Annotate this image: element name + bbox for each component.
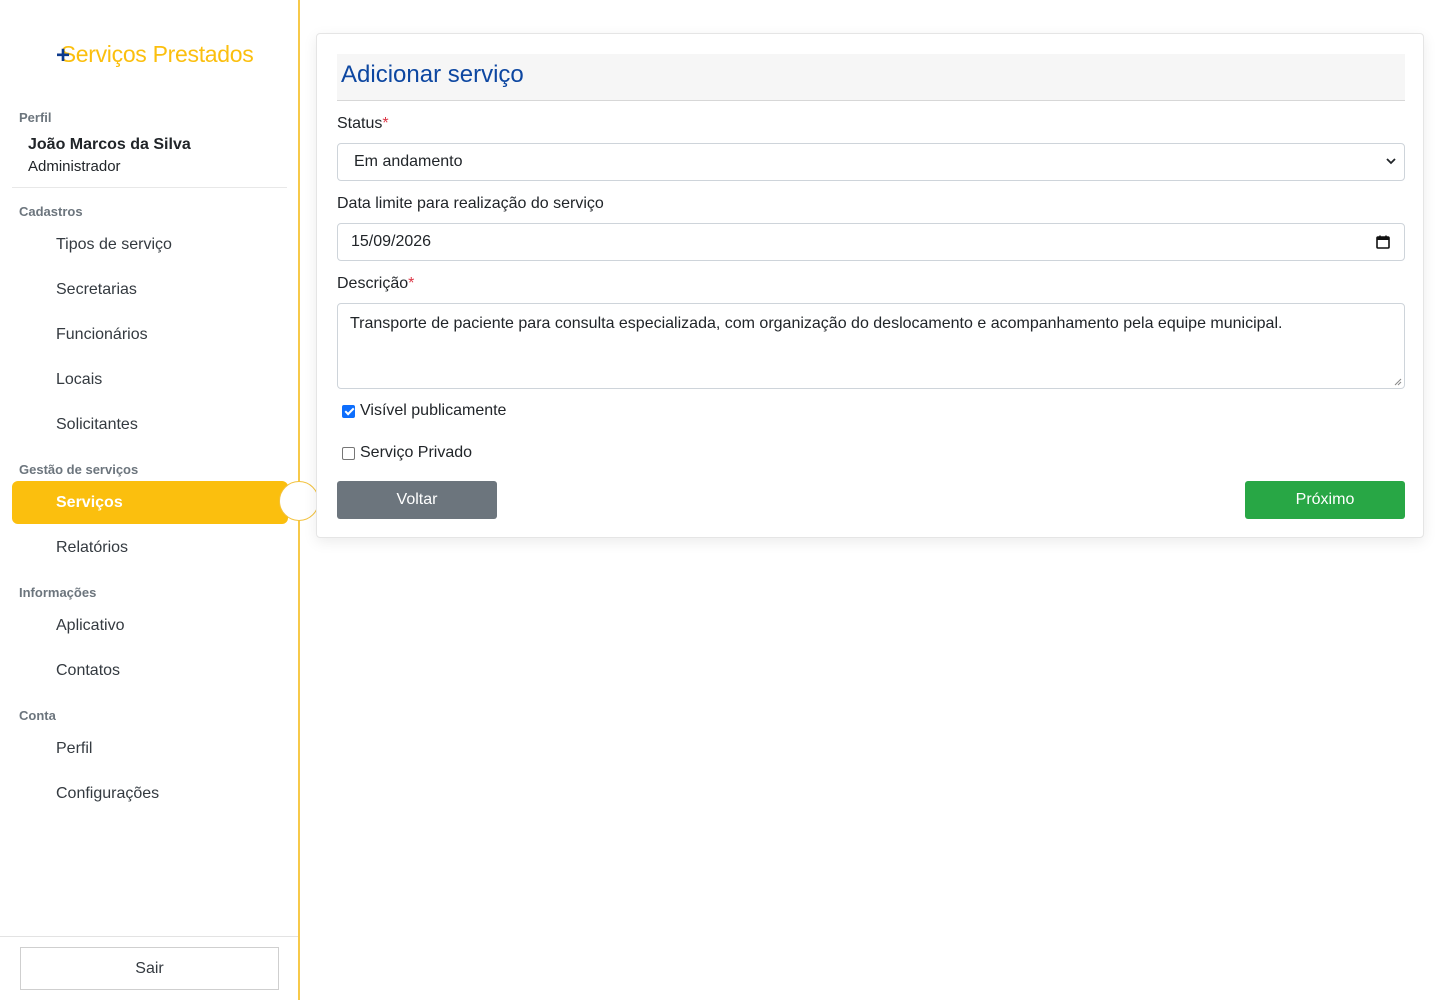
description-textarea[interactable]: Transporte de paciente para consulta esp… (337, 303, 1405, 389)
add-service-card: Adicionar serviço Status* Em andamento D… (316, 33, 1424, 538)
sidebar-item-aplicativo[interactable]: Aplicativo (56, 617, 124, 635)
sidebar-item-funcionarios[interactable]: Funcionários (56, 326, 148, 344)
sidebar: +Serviços Prestados Perfil João Marcos d… (0, 0, 319, 1000)
active-indicator (279, 481, 319, 521)
section-label-perfil: Perfil (19, 110, 52, 125)
description-label: Descrição* (337, 275, 415, 292)
brand-logo[interactable]: +Serviços Prestados (56, 41, 254, 69)
sidebar-item-relatorios[interactable]: Relatórios (56, 539, 128, 557)
divider (0, 936, 298, 937)
status-label: Status* (337, 115, 389, 132)
deadline-date-input[interactable]: 15/09/2026 (337, 223, 1405, 261)
resize-handle-icon[interactable] (1394, 378, 1402, 386)
private-service-checkbox[interactable] (342, 446, 355, 460)
status-select-value: Em andamento (354, 153, 463, 170)
private-service-option[interactable]: Serviço Privado (342, 444, 472, 462)
required-mark: * (408, 275, 415, 292)
profile-role: Administrador (28, 158, 121, 175)
private-service-label: Serviço Privado (360, 444, 473, 461)
sidebar-item-contatos[interactable]: Contatos (56, 662, 120, 680)
status-select[interactable]: Em andamento (337, 143, 1405, 181)
plus-icon: + (56, 42, 70, 69)
section-label-conta: Conta (19, 708, 56, 723)
deadline-date-value: 15/09/2026 (351, 233, 432, 250)
calendar-icon[interactable] (1376, 235, 1390, 249)
back-button[interactable]: Voltar (337, 481, 497, 519)
divider (12, 187, 287, 188)
public-visibility-checkbox[interactable] (342, 404, 355, 418)
sidebar-item-solicitantes[interactable]: Solicitantes (56, 416, 138, 434)
section-label-informacoes: Informações (19, 585, 97, 600)
sidebar-item-servicos[interactable]: Serviços (12, 481, 288, 524)
description-value: Transporte de paciente para consulta esp… (350, 315, 1283, 332)
logout-button[interactable]: Sair (20, 947, 279, 990)
chevron-down-icon (1386, 158, 1396, 165)
sidebar-item-perfil[interactable]: Perfil (56, 740, 92, 758)
next-button[interactable]: Próximo (1245, 481, 1405, 519)
public-visibility-option[interactable]: Visível publicamente (342, 402, 506, 420)
brand-name: Serviços Prestados (60, 41, 254, 67)
sidebar-item-label: Serviços (56, 494, 123, 511)
section-label-gestao: Gestão de serviços (19, 462, 139, 477)
sidebar-item-secretarias[interactable]: Secretarias (56, 281, 137, 299)
required-mark: * (382, 115, 389, 132)
sidebar-item-tipos-de-servico[interactable]: Tipos de serviço (56, 236, 172, 254)
sidebar-item-configuracoes[interactable]: Configurações (56, 785, 159, 803)
profile-name: João Marcos da Silva (28, 136, 191, 153)
deadline-label: Data limite para realização do serviço (337, 195, 604, 212)
section-label-cadastros: Cadastros (19, 204, 83, 219)
page-title: Adicionar serviço (341, 61, 524, 88)
public-visibility-label: Visível publicamente (360, 402, 507, 419)
card-header: Adicionar serviço (337, 54, 1405, 101)
sidebar-item-locais[interactable]: Locais (56, 371, 102, 389)
